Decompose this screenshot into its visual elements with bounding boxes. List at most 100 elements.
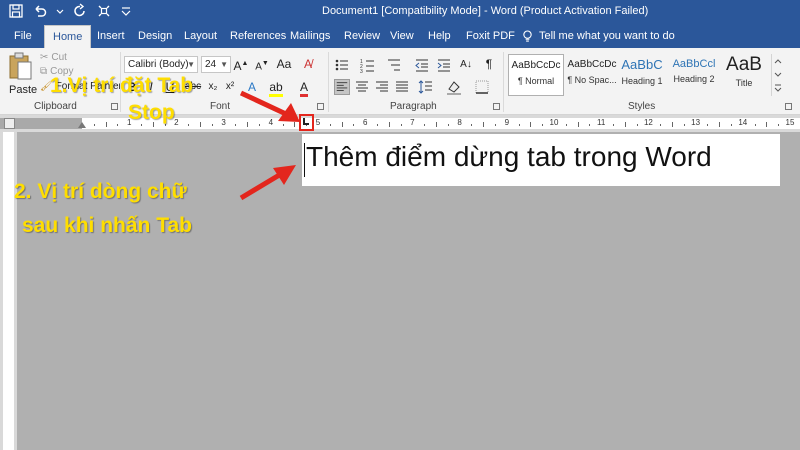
ruler-number: 6 xyxy=(362,118,368,127)
borders-icon[interactable] xyxy=(474,79,490,95)
align-right-button[interactable] xyxy=(374,79,390,95)
numbering-icon[interactable]: 123 xyxy=(360,57,376,73)
style-title[interactable]: AaB Title xyxy=(718,54,770,96)
shading-icon[interactable] xyxy=(446,79,462,95)
ruler-number: 14 xyxy=(738,118,748,127)
vertical-ruler-text-area xyxy=(3,132,14,450)
ruler-tick xyxy=(247,122,249,127)
font-launcher-icon[interactable] xyxy=(317,103,324,110)
superscript-button[interactable]: x² xyxy=(222,78,238,96)
tab-help[interactable]: Help xyxy=(424,24,455,48)
annotation-tab-stop-line1: 1.Vị trí đặt Tab xyxy=(50,74,194,97)
font-name-select[interactable]: Calibri (Body) ▼ xyxy=(124,56,198,73)
svg-text:3: 3 xyxy=(360,69,363,73)
ruler-tick xyxy=(282,124,284,126)
ruler-tick xyxy=(707,124,709,126)
tab-mailings[interactable]: Mailings xyxy=(286,24,334,48)
tell-me-search[interactable]: Tell me what you want to do xyxy=(522,24,675,48)
styles-launcher-icon[interactable] xyxy=(785,103,792,110)
grow-font-icon[interactable]: A▲ xyxy=(233,55,249,73)
tab-review[interactable]: Review xyxy=(340,24,384,48)
style-no-spacing[interactable]: AaBbCcDc ¶ No Spac... xyxy=(564,54,620,96)
tab-references[interactable]: References xyxy=(226,24,290,48)
tab-foxit-pdf[interactable]: Foxit PDF xyxy=(462,24,519,48)
redo-icon[interactable] xyxy=(72,3,88,19)
tab-selector-button[interactable] xyxy=(4,118,15,129)
ruler-tick xyxy=(188,124,190,126)
align-left-button[interactable] xyxy=(334,79,350,95)
subscript-button[interactable]: x₂ xyxy=(205,78,221,96)
annotation-text-position-line1: 2. Vị trí dòng chữ xyxy=(14,180,187,203)
highlight-icon[interactable]: ab xyxy=(268,78,284,97)
font-color-icon[interactable]: A xyxy=(296,78,312,97)
tab-view[interactable]: View xyxy=(386,24,418,48)
ruler-number: 3 xyxy=(221,118,226,127)
sort-icon[interactable]: A↓ xyxy=(458,56,474,74)
clipboard-group-label: Clipboard xyxy=(34,101,77,112)
ruler-tick xyxy=(589,124,591,126)
paragraph-launcher-icon[interactable] xyxy=(493,103,500,110)
customize-qat-icon[interactable] xyxy=(96,3,112,19)
ruler-tick xyxy=(719,122,721,127)
paste-icon[interactable] xyxy=(8,52,32,82)
ruler-tick xyxy=(436,122,437,127)
tab-home[interactable]: Home xyxy=(44,25,92,48)
style-heading-1[interactable]: AaBbC Heading 1 xyxy=(614,54,670,96)
title-bar: Document1 [Compatibility Mode] - Word (P… xyxy=(0,0,800,24)
left-indent-marker[interactable] xyxy=(78,122,86,128)
bullets-icon[interactable] xyxy=(334,57,350,73)
justify-button[interactable] xyxy=(394,79,410,95)
text-effects-icon[interactable]: A xyxy=(244,78,260,96)
multilevel-list-icon[interactable] xyxy=(386,57,402,73)
change-case-icon[interactable]: Aa xyxy=(276,55,292,73)
ruler-tick xyxy=(329,124,331,126)
tab-design[interactable]: Design xyxy=(134,24,176,48)
ruler-tick xyxy=(235,124,237,126)
font-group-label: Font xyxy=(210,101,231,112)
copy-icon: ⧉ xyxy=(40,66,48,77)
ruler-tick xyxy=(353,124,355,126)
undo-icon[interactable] xyxy=(32,3,48,19)
increase-indent-icon[interactable] xyxy=(436,57,452,73)
style-normal[interactable]: AaBbCcDc ¶ Normal xyxy=(508,54,564,96)
show-formatting-icon[interactable]: ¶ xyxy=(481,55,497,73)
left-tab-stop-icon[interactable] xyxy=(303,118,309,125)
style-heading-2[interactable]: AaBbCcl Heading 2 xyxy=(666,54,722,96)
shrink-font-icon[interactable]: A▼ xyxy=(254,55,270,73)
styles-gallery-scroll[interactable] xyxy=(771,54,783,96)
tab-insert[interactable]: Insert xyxy=(93,24,129,48)
ruler-tick xyxy=(294,122,296,127)
align-center-button[interactable] xyxy=(354,79,370,95)
ruler-tick xyxy=(93,124,95,126)
qat-more-icon[interactable] xyxy=(120,3,132,19)
styles-group-label: Styles xyxy=(628,101,656,112)
clipboard-launcher-icon[interactable] xyxy=(111,103,118,110)
ruler-tick xyxy=(660,124,662,126)
group-separator xyxy=(328,52,329,112)
window-title: Document1 [Compatibility Mode] - Word (P… xyxy=(322,5,649,17)
ruler-tick xyxy=(388,122,390,127)
ruler-tick xyxy=(105,122,107,127)
ruler-tick xyxy=(400,124,402,126)
ruler-tick xyxy=(117,124,119,126)
ruler-tick xyxy=(683,124,685,126)
save-icon[interactable] xyxy=(8,3,24,19)
clear-formatting-icon[interactable]: A̸ xyxy=(300,55,316,73)
annotation-tab-stop-line2: Stop xyxy=(128,101,175,124)
ruler-number: 7 xyxy=(410,118,415,127)
decrease-indent-icon[interactable] xyxy=(414,57,430,73)
ruler-tick xyxy=(731,124,732,126)
tab-layout[interactable]: Layout xyxy=(180,24,221,48)
ruler-tick xyxy=(495,124,496,126)
font-size-select[interactable]: 24 ▼ xyxy=(201,56,231,73)
paste-button[interactable]: Paste xyxy=(9,84,37,96)
undo-dropdown-icon[interactable] xyxy=(56,3,64,19)
document-text[interactable]: Thêm điểm dừng tab trong Word xyxy=(306,141,712,173)
ruler-number: 8 xyxy=(457,118,462,127)
cut-button[interactable]: ✂ Cut xyxy=(40,52,67,63)
line-spacing-icon[interactable] xyxy=(418,79,434,95)
ruler-tick xyxy=(530,122,532,127)
tab-file[interactable]: File xyxy=(10,24,36,48)
chevron-down-icon: ▼ xyxy=(220,60,228,69)
ruler-tick xyxy=(341,122,343,127)
